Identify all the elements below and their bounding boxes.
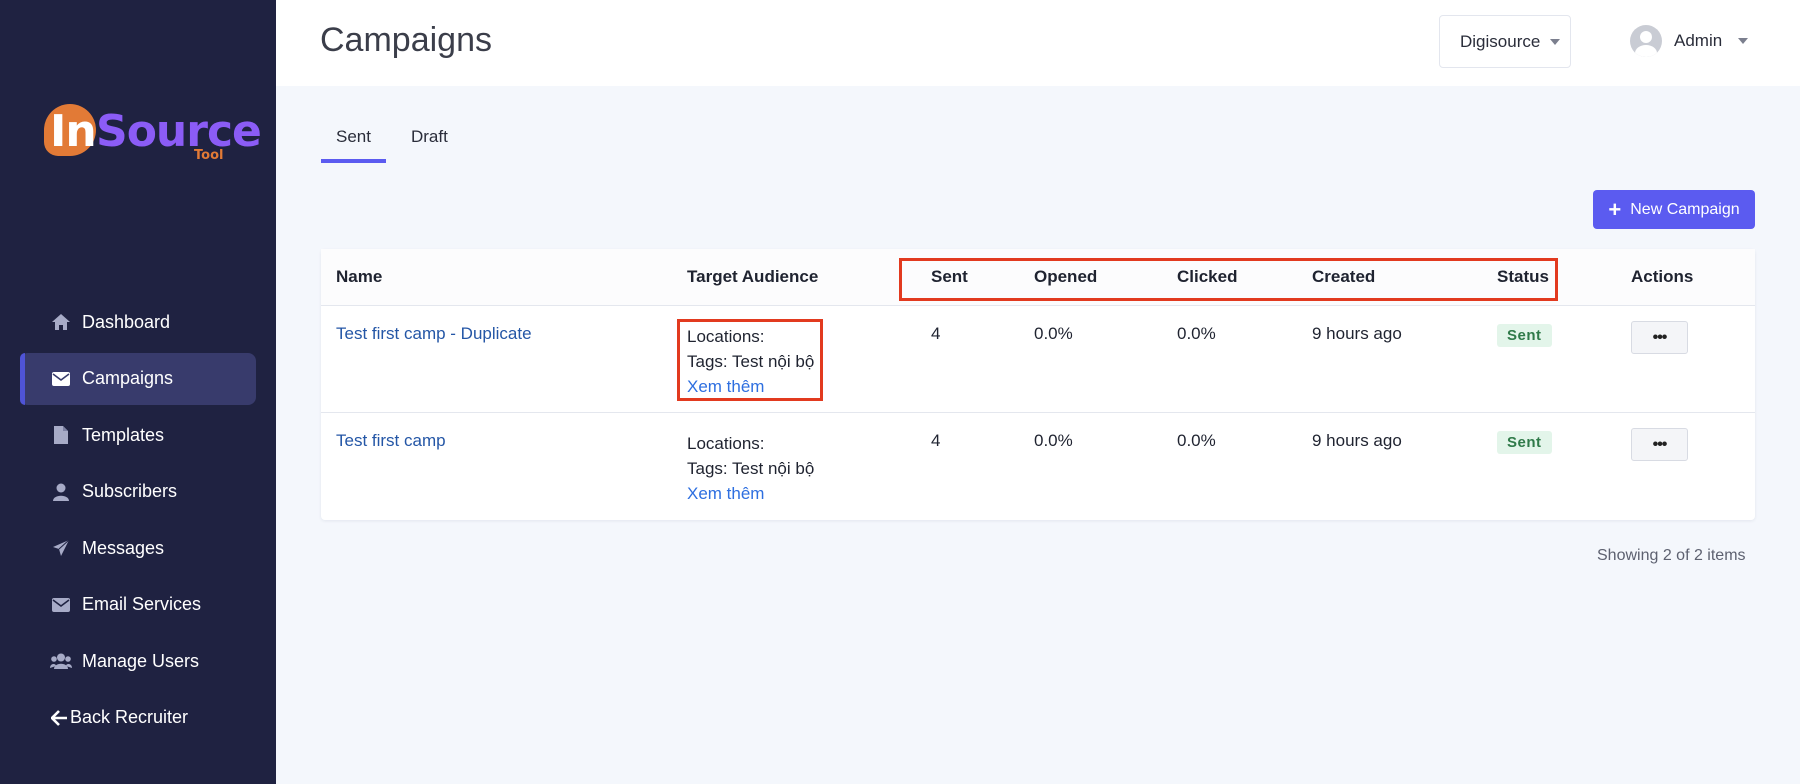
highlight-box-target-audience xyxy=(677,319,823,401)
new-campaign-label: New Campaign xyxy=(1630,200,1740,218)
opened-rate: 0.0% xyxy=(1034,324,1073,343)
sidebar-item-back-recruiter[interactable]: Back Recruiter xyxy=(20,692,256,744)
envelope-icon xyxy=(50,369,72,389)
plus-icon: + xyxy=(1608,196,1622,222)
status-badge: Sent xyxy=(1497,324,1552,347)
created-time: 9 hours ago xyxy=(1312,324,1402,343)
page-title: Campaigns xyxy=(320,21,492,59)
insource-logo[interactable]: In Source Tool xyxy=(42,102,262,164)
users-icon xyxy=(50,651,72,671)
sidebar-item-label: Email Services xyxy=(82,594,202,614)
audience-locations: Locations: xyxy=(687,434,765,453)
sidebar-item-label: Subscribers xyxy=(82,481,178,501)
tab-sent[interactable]: Sent xyxy=(321,124,386,163)
audience-tags: Tags: Test nội bộ xyxy=(687,459,815,478)
created-time: 9 hours ago xyxy=(1312,431,1402,450)
tab-draft[interactable]: Draft xyxy=(396,124,463,163)
workspace-dropdown[interactable]: Digisource xyxy=(1439,15,1571,68)
sidebar-item-manage-users[interactable]: Manage Users xyxy=(20,635,256,687)
target-audience: Locations: Tags: Test nội bộ Xem thêm xyxy=(687,431,814,506)
sidebar-nav: Dashboard Campaigns Templates Subscriber… xyxy=(20,296,256,748)
sidebar-item-label: Campaigns xyxy=(82,368,174,388)
workspace-label: Digisource xyxy=(1460,31,1541,51)
sidebar-item-label: Templates xyxy=(82,424,165,445)
chevron-down-icon xyxy=(1550,38,1561,45)
column-header-actions: Actions xyxy=(1631,267,1694,286)
file-icon xyxy=(50,425,72,445)
sidebar-item-templates[interactable]: Templates xyxy=(20,409,256,461)
sidebar-item-label: Dashboard xyxy=(82,311,171,332)
more-icon: ••• xyxy=(1652,435,1668,453)
arrow-left-icon xyxy=(50,708,68,728)
sidebar-item-dashboard[interactable]: Dashboard xyxy=(20,296,256,348)
avatar xyxy=(1630,25,1662,57)
sent-count: 4 xyxy=(931,431,941,450)
logo-source-text: Source xyxy=(96,106,262,157)
status-badge: Sent xyxy=(1497,431,1552,454)
table-row: Test first camp - Duplicate Locations: T… xyxy=(321,306,1755,413)
chevron-down-icon xyxy=(1738,38,1749,44)
see-more-link[interactable]: Xem thêm xyxy=(687,481,814,506)
user-name: Admin xyxy=(1674,31,1723,50)
row-actions-button[interactable]: ••• xyxy=(1631,321,1688,354)
more-icon: ••• xyxy=(1652,328,1668,346)
table-row: Test first camp Locations: Tags: Test nộ… xyxy=(321,413,1755,520)
sidebar-item-messages[interactable]: Messages xyxy=(20,522,256,574)
sidebar-item-label: Manage Users xyxy=(82,650,200,671)
highlight-box-metrics-header xyxy=(899,258,1558,301)
campaign-tabs: Sent Draft xyxy=(321,124,473,163)
pagination-summary: Showing 2 of 2 items xyxy=(1597,547,1746,564)
sidebar-item-subscribers[interactable]: Subscribers xyxy=(20,466,256,518)
clicked-rate: 0.0% xyxy=(1177,431,1216,450)
sidebar-item-email-services[interactable]: Email Services xyxy=(20,579,256,631)
row-actions-button[interactable]: ••• xyxy=(1631,428,1688,461)
user-menu[interactable]: Admin xyxy=(1630,24,1749,58)
user-icon xyxy=(50,482,72,502)
sidebar-item-label: Back Recruiter xyxy=(70,707,189,727)
campaign-name-link[interactable]: Test first camp - Duplicate xyxy=(336,324,532,344)
sidebar: In Source Tool Dashboard Campaigns Templ… xyxy=(0,0,276,784)
campaign-name-link[interactable]: Test first camp xyxy=(336,431,446,451)
opened-rate: 0.0% xyxy=(1034,431,1073,450)
sidebar-item-label: Messages xyxy=(82,537,165,558)
envelope-icon xyxy=(50,595,72,615)
sent-count: 4 xyxy=(931,324,941,343)
column-header-target-audience[interactable]: Target Audience xyxy=(687,267,818,287)
home-icon xyxy=(50,312,72,332)
logo-in-text: In xyxy=(50,106,97,157)
sidebar-item-campaigns[interactable]: Campaigns xyxy=(20,352,256,405)
new-campaign-button[interactable]: + New Campaign xyxy=(1593,190,1755,229)
paper-plane-icon xyxy=(50,538,72,558)
top-header: Campaigns Digisource Admin xyxy=(276,0,1800,86)
logo-tool-text: Tool xyxy=(194,148,224,163)
column-header-name[interactable]: Name xyxy=(336,267,382,287)
clicked-rate: 0.0% xyxy=(1177,324,1216,343)
